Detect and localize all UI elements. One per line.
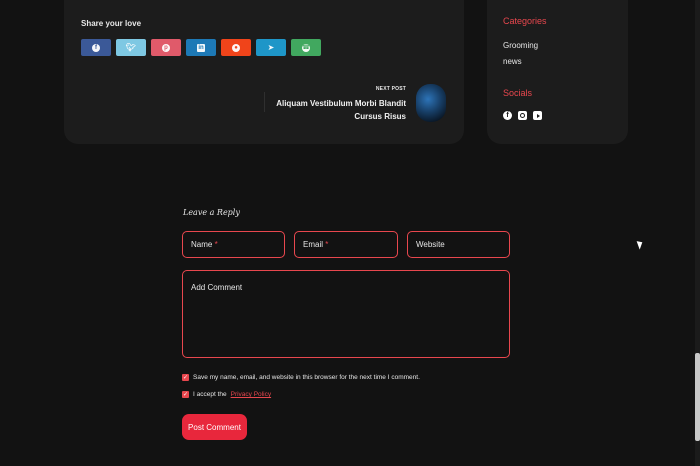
mouse-cursor-icon <box>636 239 645 250</box>
category-link-grooming[interactable]: Grooming <box>503 41 538 50</box>
post-nav-divider <box>264 92 265 112</box>
save-info-text: Save my name, email, and website in this… <box>193 374 420 381</box>
facebook-icon[interactable]: f <box>503 111 512 120</box>
website-field[interactable]: Website <box>407 231 510 258</box>
required-mark: * <box>214 240 218 249</box>
instagram-icon[interactable] <box>518 111 527 120</box>
privacy-checkbox[interactable]: ✓ <box>182 391 189 398</box>
save-info-row: ✓ Save my name, email, and website in th… <box>182 374 420 381</box>
comment-textarea[interactable]: Add Comment <box>182 270 510 358</box>
post-footer-card: Share your love f 🐦︎ p in ● ➤ ☎ NEXT POS… <box>64 0 464 144</box>
sidebar-card: Categories Grooming news Socials f <box>487 0 628 144</box>
telegram-icon: ➤ <box>267 42 275 52</box>
share-reddit-button[interactable]: ● <box>221 39 251 56</box>
facebook-icon: f <box>92 43 100 52</box>
share-title: Share your love <box>81 19 142 28</box>
share-facebook-button[interactable]: f <box>81 39 111 56</box>
name-field[interactable]: Name * <box>182 231 285 258</box>
category-link-news[interactable]: news <box>503 57 522 66</box>
pinterest-icon: p <box>162 43 170 52</box>
share-twitter-button[interactable]: 🐦︎ <box>116 39 146 56</box>
email-field-label: Email <box>303 240 324 249</box>
linkedin-icon: in <box>197 43 205 52</box>
name-field-label: Name <box>191 240 213 249</box>
privacy-policy-link[interactable]: Privacy Policy <box>231 391 271 398</box>
whatsapp-icon: ☎ <box>302 43 310 52</box>
twitter-icon: 🐦︎ <box>125 42 137 52</box>
share-telegram-button[interactable]: ➤ <box>256 39 286 56</box>
share-whatsapp-button[interactable]: ☎ <box>291 39 321 56</box>
categories-heading: Categories <box>503 16 547 26</box>
share-pinterest-button[interactable]: p <box>151 39 181 56</box>
required-mark: * <box>325 240 329 249</box>
post-comment-button[interactable]: Post Comment <box>182 414 247 440</box>
youtube-icon[interactable] <box>533 111 542 120</box>
next-post-title[interactable]: Aliquam Vestibulum Morbi Blandit Cursus … <box>266 98 406 123</box>
save-info-checkbox[interactable]: ✓ <box>182 374 189 381</box>
share-linkedin-button[interactable]: in <box>186 39 216 56</box>
share-buttons: f 🐦︎ p in ● ➤ ☎ <box>81 39 321 56</box>
socials-heading: Socials <box>503 88 533 98</box>
next-post-thumbnail[interactable] <box>416 84 446 122</box>
next-post-label: NEXT POST <box>375 86 406 92</box>
scrollbar-thumb[interactable] <box>695 353 700 441</box>
reddit-icon: ● <box>232 43 240 52</box>
leave-reply-heading: Leave a Reply <box>183 208 240 217</box>
comment-field-label: Add Comment <box>191 283 243 292</box>
social-links: f <box>503 111 542 120</box>
accept-text: I accept the <box>193 391 227 398</box>
email-field[interactable]: Email * <box>294 231 398 258</box>
website-field-label: Website <box>416 240 445 249</box>
privacy-row: ✓ I accept the Privacy Policy <box>182 391 271 398</box>
